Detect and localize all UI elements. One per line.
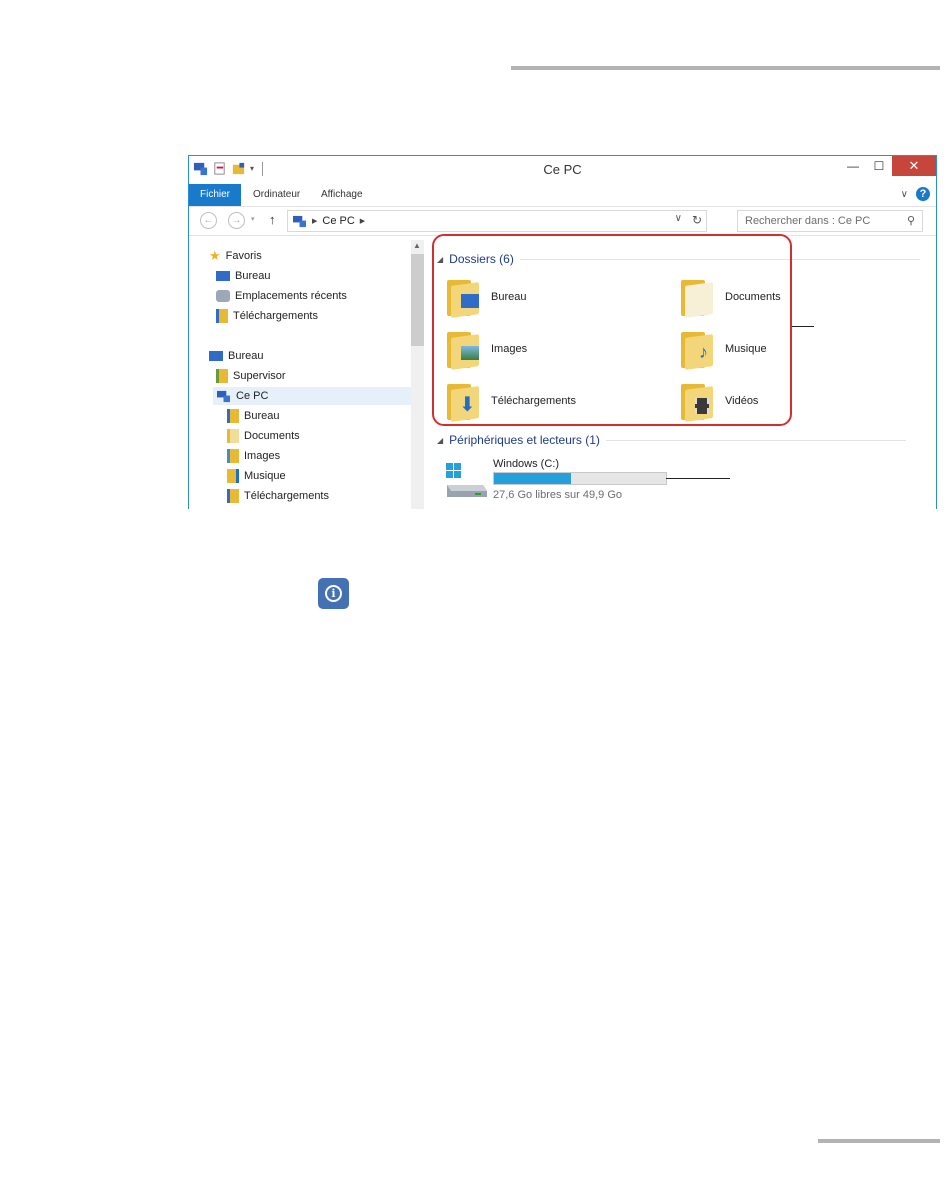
devices-group-header[interactable]: ◢ Périphériques et lecteurs (1) [437, 433, 906, 447]
nav-item-label: Supervisor [233, 370, 286, 382]
breadcrumb-ce-pc[interactable]: Ce PC [322, 215, 354, 227]
desktop-icon [216, 271, 230, 281]
ribbon: Fichier Ordinateur Affichage ∨ ? [189, 184, 936, 207]
folders-callout-outline [432, 234, 792, 426]
navigation-pane: ★ Favoris Bureau Emplacements récents Té… [189, 236, 425, 509]
scroll-up-icon[interactable]: ▲ [413, 241, 421, 250]
drive-usage-fill [494, 473, 572, 484]
recent-locations-icon[interactable]: ▾ [251, 215, 255, 223]
pictures-folder-icon [227, 449, 239, 463]
collapse-icon[interactable]: ◢ [437, 436, 443, 445]
group-title: Périphériques et lecteurs (1) [449, 433, 600, 447]
desktop-folder-icon [227, 409, 239, 423]
address-dropdown-icon[interactable]: ∨ [675, 213, 682, 227]
info-badge: i [318, 578, 349, 609]
window-title: Ce PC [543, 162, 582, 177]
drive-name: Windows (C:) [493, 458, 560, 470]
nav-item-label: Ce PC [236, 390, 269, 402]
nav-item-label: Musique [244, 470, 286, 482]
user-folder-icon [216, 369, 228, 383]
nav-item-label: Téléchargements [244, 490, 329, 502]
search-input[interactable]: Rechercher dans : Ce PC ⚲ [737, 210, 923, 232]
scrollbar-thumb[interactable] [411, 254, 424, 346]
up-button[interactable]: ↑ [269, 212, 276, 227]
tab-affichage[interactable]: Affichage [321, 184, 363, 206]
search-placeholder: Rechercher dans : Ce PC [745, 215, 871, 227]
nav-item-bureau-root[interactable]: Bureau [209, 347, 263, 365]
group-divider [605, 439, 906, 441]
minimize-button[interactable]: — [840, 156, 866, 176]
computer-icon [217, 390, 230, 402]
close-button[interactable]: ✕ [892, 156, 936, 176]
nav-item-label: Documents [244, 430, 300, 442]
nav-item-bureau[interactable]: Bureau [216, 267, 270, 285]
hard-drive-icon [446, 463, 487, 497]
tab-ordinateur[interactable]: Ordinateur [253, 184, 300, 206]
recent-places-icon [216, 290, 230, 302]
downloads-folder-icon [216, 309, 228, 323]
header-rule [511, 66, 940, 70]
nav-item-label: Bureau [228, 350, 264, 362]
nav-item-telechargements[interactable]: Téléchargements [216, 307, 318, 325]
nav-item-emplacements-recents[interactable]: Emplacements récents [216, 287, 347, 305]
info-icon: i [325, 585, 342, 602]
search-icon[interactable]: ⚲ [907, 211, 915, 231]
back-button[interactable]: ← [200, 212, 217, 229]
nav-item-ce-pc-bureau[interactable]: Bureau [227, 407, 279, 425]
nav-item-ce-pc[interactable]: Ce PC [213, 387, 412, 405]
downloads-folder-icon [227, 489, 239, 503]
nav-item-favoris[interactable]: ★ Favoris [209, 247, 262, 265]
title-bar: ▾ Ce PC — ☐ ✕ [189, 156, 936, 184]
footer-rule [818, 1139, 940, 1143]
nav-item-label: Images [244, 450, 281, 462]
nav-item-documents[interactable]: Documents [227, 427, 300, 445]
nav-item-label: Emplacements récents [235, 290, 347, 302]
drive-usage-bar [493, 472, 667, 485]
breadcrumb-separator-icon[interactable]: ▶ [312, 217, 317, 225]
documents-folder-icon [227, 429, 239, 443]
refresh-icon[interactable]: ↻ [692, 213, 702, 227]
navigation-bar: ← → ▾ ↑ ▶ Ce PC ▶ ∨ ↻ Rechercher dans : … [189, 207, 936, 236]
drive-callout-leader [666, 478, 730, 479]
navigation-scrollbar[interactable]: ▲ [411, 240, 424, 509]
desktop-icon [209, 351, 223, 361]
window-controls: — ☐ ✕ [840, 156, 936, 176]
drive-windows-c[interactable] [445, 461, 489, 506]
star-icon: ★ [209, 248, 221, 263]
nav-item-label: Bureau [244, 410, 280, 422]
forward-button[interactable]: → [228, 212, 245, 229]
expand-ribbon-icon[interactable]: ∨ [901, 189, 908, 200]
nav-item-label: Bureau [235, 270, 271, 282]
help-icon[interactable]: ? [916, 187, 930, 201]
maximize-button[interactable]: ☐ [866, 156, 892, 176]
breadcrumb-separator-icon[interactable]: ▶ [360, 217, 365, 225]
tab-fichier[interactable]: Fichier [189, 184, 242, 206]
folders-callout-leader [792, 326, 814, 327]
nav-item-musique[interactable]: Musique [227, 467, 286, 485]
nav-item-images[interactable]: Images [227, 447, 280, 465]
drive-usage-text: 27,6 Go libres sur 49,9 Go [493, 489, 623, 501]
nav-item-telechargements-pc[interactable]: Téléchargements [227, 487, 329, 505]
nav-item-supervisor[interactable]: Supervisor [216, 367, 286, 385]
address-bar[interactable]: ▶ Ce PC ▶ ∨ ↻ [287, 210, 707, 232]
music-folder-icon [227, 469, 239, 483]
computer-icon [293, 215, 306, 227]
nav-item-label: Téléchargements [233, 310, 318, 322]
nav-item-label: Favoris [225, 250, 262, 262]
